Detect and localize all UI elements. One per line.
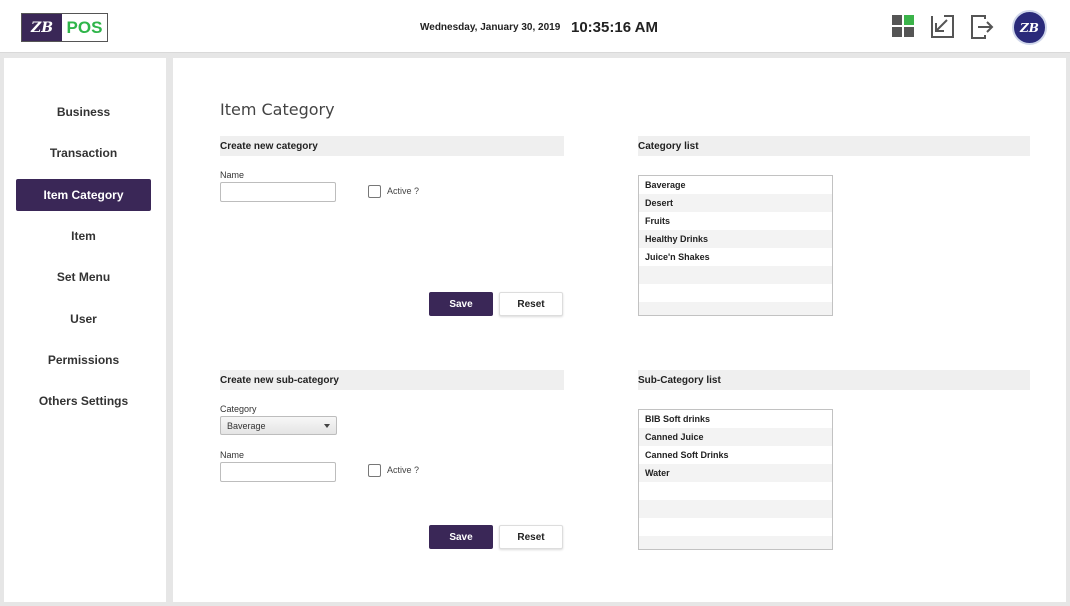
list-item[interactable] — [639, 536, 832, 549]
current-date: Wednesday, January 30, 2019 — [420, 22, 561, 33]
logo-mark: ZB — [22, 14, 62, 41]
list-item[interactable]: Water — [639, 464, 832, 482]
sidebar-item-item[interactable]: Item — [16, 220, 151, 252]
sidebar-item-others-settings[interactable]: Others Settings — [16, 385, 151, 417]
page-title: Item Category — [220, 100, 335, 119]
sidebar-item-permissions[interactable]: Permissions — [16, 344, 151, 376]
dashboard-grid-icon[interactable] — [891, 14, 917, 40]
list-item[interactable] — [639, 284, 832, 302]
user-avatar[interactable]: ZB — [1012, 10, 1047, 45]
sidebar-item-item-category[interactable]: Item Category — [16, 179, 151, 211]
list-item[interactable]: Baverage — [639, 176, 832, 194]
list-item[interactable]: Canned Juice — [639, 428, 832, 446]
create-category-heading: Create new category — [220, 136, 564, 156]
list-item[interactable] — [639, 266, 832, 284]
sidebar: Business Transaction Item Category Item … — [4, 58, 166, 602]
list-item[interactable]: Canned Soft Drinks — [639, 446, 832, 464]
current-time: 10:35:16 AM — [571, 19, 658, 36]
main-content: Item Category Create new category Name A… — [173, 58, 1066, 602]
list-item[interactable]: Juice'n Shakes — [639, 248, 832, 266]
subcategory-active-checkbox[interactable] — [368, 464, 381, 477]
list-item[interactable] — [639, 302, 832, 315]
category-save-button[interactable]: Save — [429, 292, 493, 316]
sidebar-item-set-menu[interactable]: Set Menu — [16, 261, 151, 293]
logout-icon[interactable] — [970, 14, 996, 40]
app-logo: ZB POS — [21, 13, 108, 42]
category-reset-button[interactable]: Reset — [499, 292, 563, 316]
create-subcategory-heading: Create new sub-category — [220, 370, 564, 390]
list-item[interactable] — [639, 482, 832, 500]
subcategory-category-label: Category — [220, 404, 257, 414]
logo-text: POS — [66, 17, 103, 37]
list-item[interactable]: Healthy Drinks — [639, 230, 832, 248]
subcategory-name-input[interactable] — [220, 462, 336, 482]
list-item[interactable] — [639, 500, 832, 518]
category-list-heading: Category list — [638, 136, 1030, 156]
list-item[interactable]: BIB Soft drinks — [639, 410, 832, 428]
list-item[interactable]: Fruits — [639, 212, 832, 230]
category-name-input[interactable] — [220, 182, 336, 202]
category-active-checkbox[interactable] — [368, 185, 381, 198]
list-item[interactable]: Desert — [639, 194, 832, 212]
sidebar-item-transaction[interactable]: Transaction — [16, 137, 151, 169]
top-bar: ZB POS Wednesday, January 30, 2019 10:35… — [0, 0, 1070, 53]
sidebar-item-user[interactable]: User — [16, 303, 151, 335]
subcategory-save-button[interactable]: Save — [429, 525, 493, 549]
subcategory-reset-button[interactable]: Reset — [499, 525, 563, 549]
subcategory-category-select[interactable]: Baverage — [220, 416, 337, 435]
minimize-icon[interactable] — [930, 14, 956, 40]
subcategory-listbox[interactable]: BIB Soft drinks Canned Juice Canned Soft… — [638, 409, 833, 550]
list-item[interactable] — [639, 518, 832, 536]
chevron-down-icon — [324, 424, 330, 428]
select-value: Baverage — [227, 420, 266, 431]
category-active-label: Active ? — [387, 186, 420, 196]
sidebar-item-business[interactable]: Business — [16, 96, 151, 128]
subcategory-name-label: Name — [220, 450, 245, 460]
subcategory-active-label: Active ? — [387, 465, 420, 475]
category-listbox[interactable]: Baverage Desert Fruits Healthy Drinks Ju… — [638, 175, 833, 316]
subcategory-list-heading: Sub-Category list — [638, 370, 1030, 390]
category-name-label: Name — [220, 170, 245, 180]
